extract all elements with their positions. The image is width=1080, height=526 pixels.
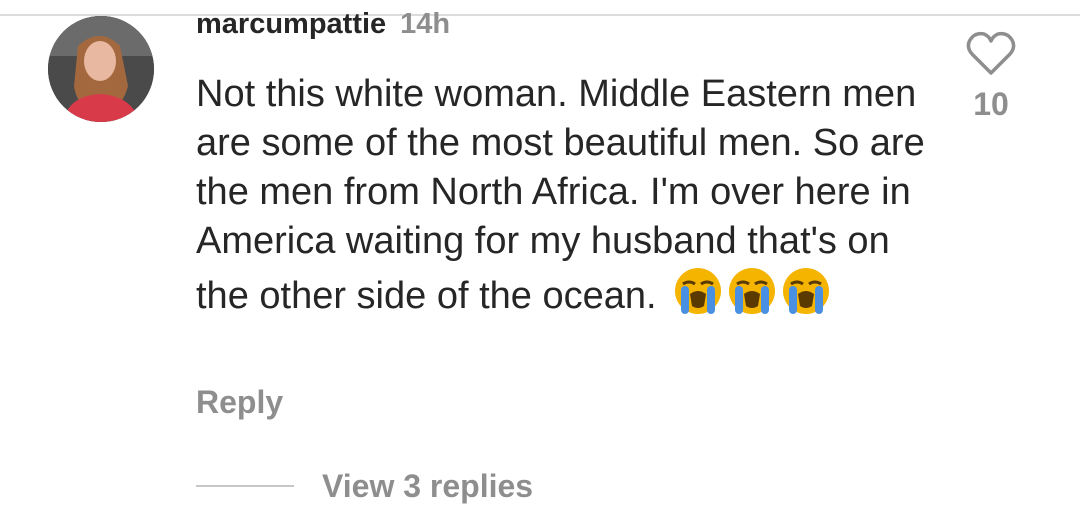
loudly-crying-face-icon bbox=[729, 268, 776, 314]
loudly-crying-face-icon bbox=[675, 268, 722, 314]
timestamp: 14h bbox=[400, 8, 451, 40]
emoji-group bbox=[673, 266, 835, 329]
loudly-crying-face-icon bbox=[783, 268, 830, 314]
view-replies-divider bbox=[196, 485, 294, 487]
avatar[interactable] bbox=[48, 16, 154, 122]
top-divider bbox=[0, 14, 1080, 16]
reply-button[interactable]: Reply bbox=[196, 384, 283, 421]
avatar-image bbox=[48, 16, 154, 122]
username[interactable]: marcumpattie bbox=[196, 8, 386, 41]
comment-header: marcumpattie 14h bbox=[196, 8, 450, 48]
heart-outline-icon[interactable] bbox=[966, 30, 1016, 76]
comment-body: Not this white woman. Middle Eastern men… bbox=[196, 70, 936, 329]
view-replies-button[interactable]: View 3 replies bbox=[322, 468, 533, 505]
like-count: 10 bbox=[973, 86, 1009, 122]
